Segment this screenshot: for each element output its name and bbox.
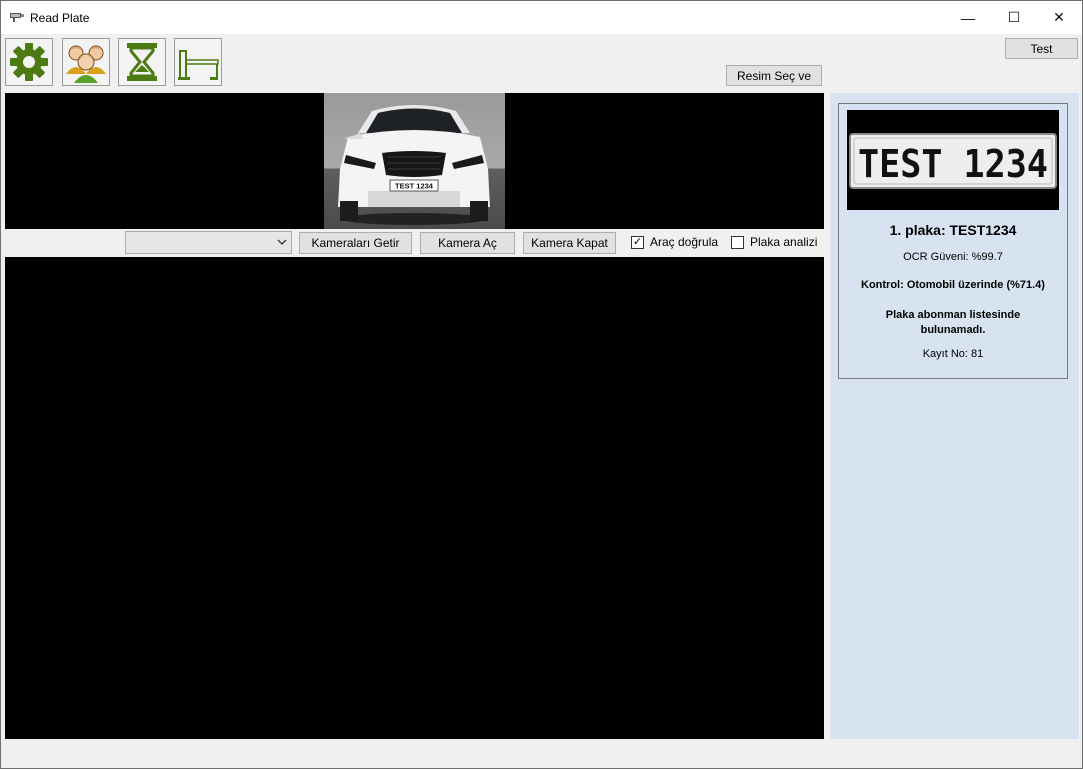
- image-preview: TEST 1234: [5, 93, 824, 229]
- camera-app-icon: [10, 13, 24, 22]
- plate-crop-text: TEST 1234: [858, 142, 1048, 186]
- verify-vehicle-checkmark[interactable]: ✓: [631, 235, 644, 249]
- history-button[interactable]: [118, 38, 166, 86]
- test-button[interactable]: Test: [1005, 38, 1078, 59]
- minimize-button[interactable]: —: [945, 1, 991, 34]
- car-photo: TEST 1234: [324, 93, 505, 229]
- plate-crop-image: TEST 1234: [847, 110, 1059, 210]
- verify-vehicle-checkbox[interactable]: ✓ Araç doğrula: [631, 234, 718, 250]
- result-card: TEST 1234 1. plaka: TEST1234 OCR Güveni:…: [838, 103, 1068, 379]
- plate-analysis-checkbox[interactable]: Plaka analizi: [731, 234, 817, 250]
- gear-icon: [10, 43, 48, 81]
- maximize-button[interactable]: ☐: [991, 1, 1037, 34]
- barrier-gate-icon: [178, 50, 219, 80]
- close-icon: ✕: [1053, 9, 1065, 25]
- camera-feed: [5, 257, 824, 739]
- maximize-icon: ☐: [1007, 9, 1021, 25]
- users-button[interactable]: [62, 38, 110, 86]
- record-number: Kayıt No: 81: [922, 348, 984, 360]
- barrier-button[interactable]: [174, 38, 222, 86]
- test-button-label: Test: [1030, 41, 1053, 56]
- close-button[interactable]: ✕: [1036, 1, 1082, 34]
- close-camera-label: Kamera Kapat: [531, 236, 608, 250]
- result-panel: TEST 1234 1. plaka: TEST1234 OCR Güveni:…: [830, 93, 1079, 739]
- verify-vehicle-label: Araç doğrula: [650, 235, 719, 249]
- plate-analysis-checkmark[interactable]: [731, 235, 744, 249]
- open-camera-label: Kamera Aç: [438, 236, 497, 250]
- open-camera-button[interactable]: Kamera Aç: [420, 232, 515, 254]
- car-plate-text: TEST 1234: [395, 182, 434, 191]
- ocr-confidence: OCR Güveni: %99.7: [903, 251, 1003, 263]
- hourglass-icon: [127, 43, 157, 81]
- select-image-button[interactable]: Resim Seç ve: [726, 65, 822, 86]
- plate-result: 1. plaka: TEST1234: [889, 222, 1017, 238]
- vehicle-control: Kontrol: Otomobil üzerinde (%71.4): [861, 279, 1045, 291]
- camera-select[interactable]: [125, 231, 292, 254]
- plate-analysis-label: Plaka analizi: [750, 235, 818, 249]
- get-cameras-label: Kameraları Getir: [311, 236, 400, 250]
- app-window: Read Plate — ☐ ✕ Test Resim Seç ve TEST …: [0, 0, 1083, 769]
- subscriber-status: Plaka abonman listesinde bulunamadı.: [885, 309, 1021, 336]
- minimize-icon: —: [961, 9, 975, 26]
- settings-button[interactable]: [5, 38, 53, 86]
- chevron-down-icon: [277, 239, 287, 245]
- close-camera-button[interactable]: Kamera Kapat: [523, 232, 616, 254]
- select-image-label: Resim Seç ve: [736, 68, 812, 83]
- window-title: Read Plate: [30, 11, 90, 25]
- users-icon: [66, 45, 106, 83]
- title-bar[interactable]: Read Plate — ☐ ✕: [1, 1, 1082, 34]
- get-cameras-button[interactable]: Kameraları Getir: [299, 232, 412, 254]
